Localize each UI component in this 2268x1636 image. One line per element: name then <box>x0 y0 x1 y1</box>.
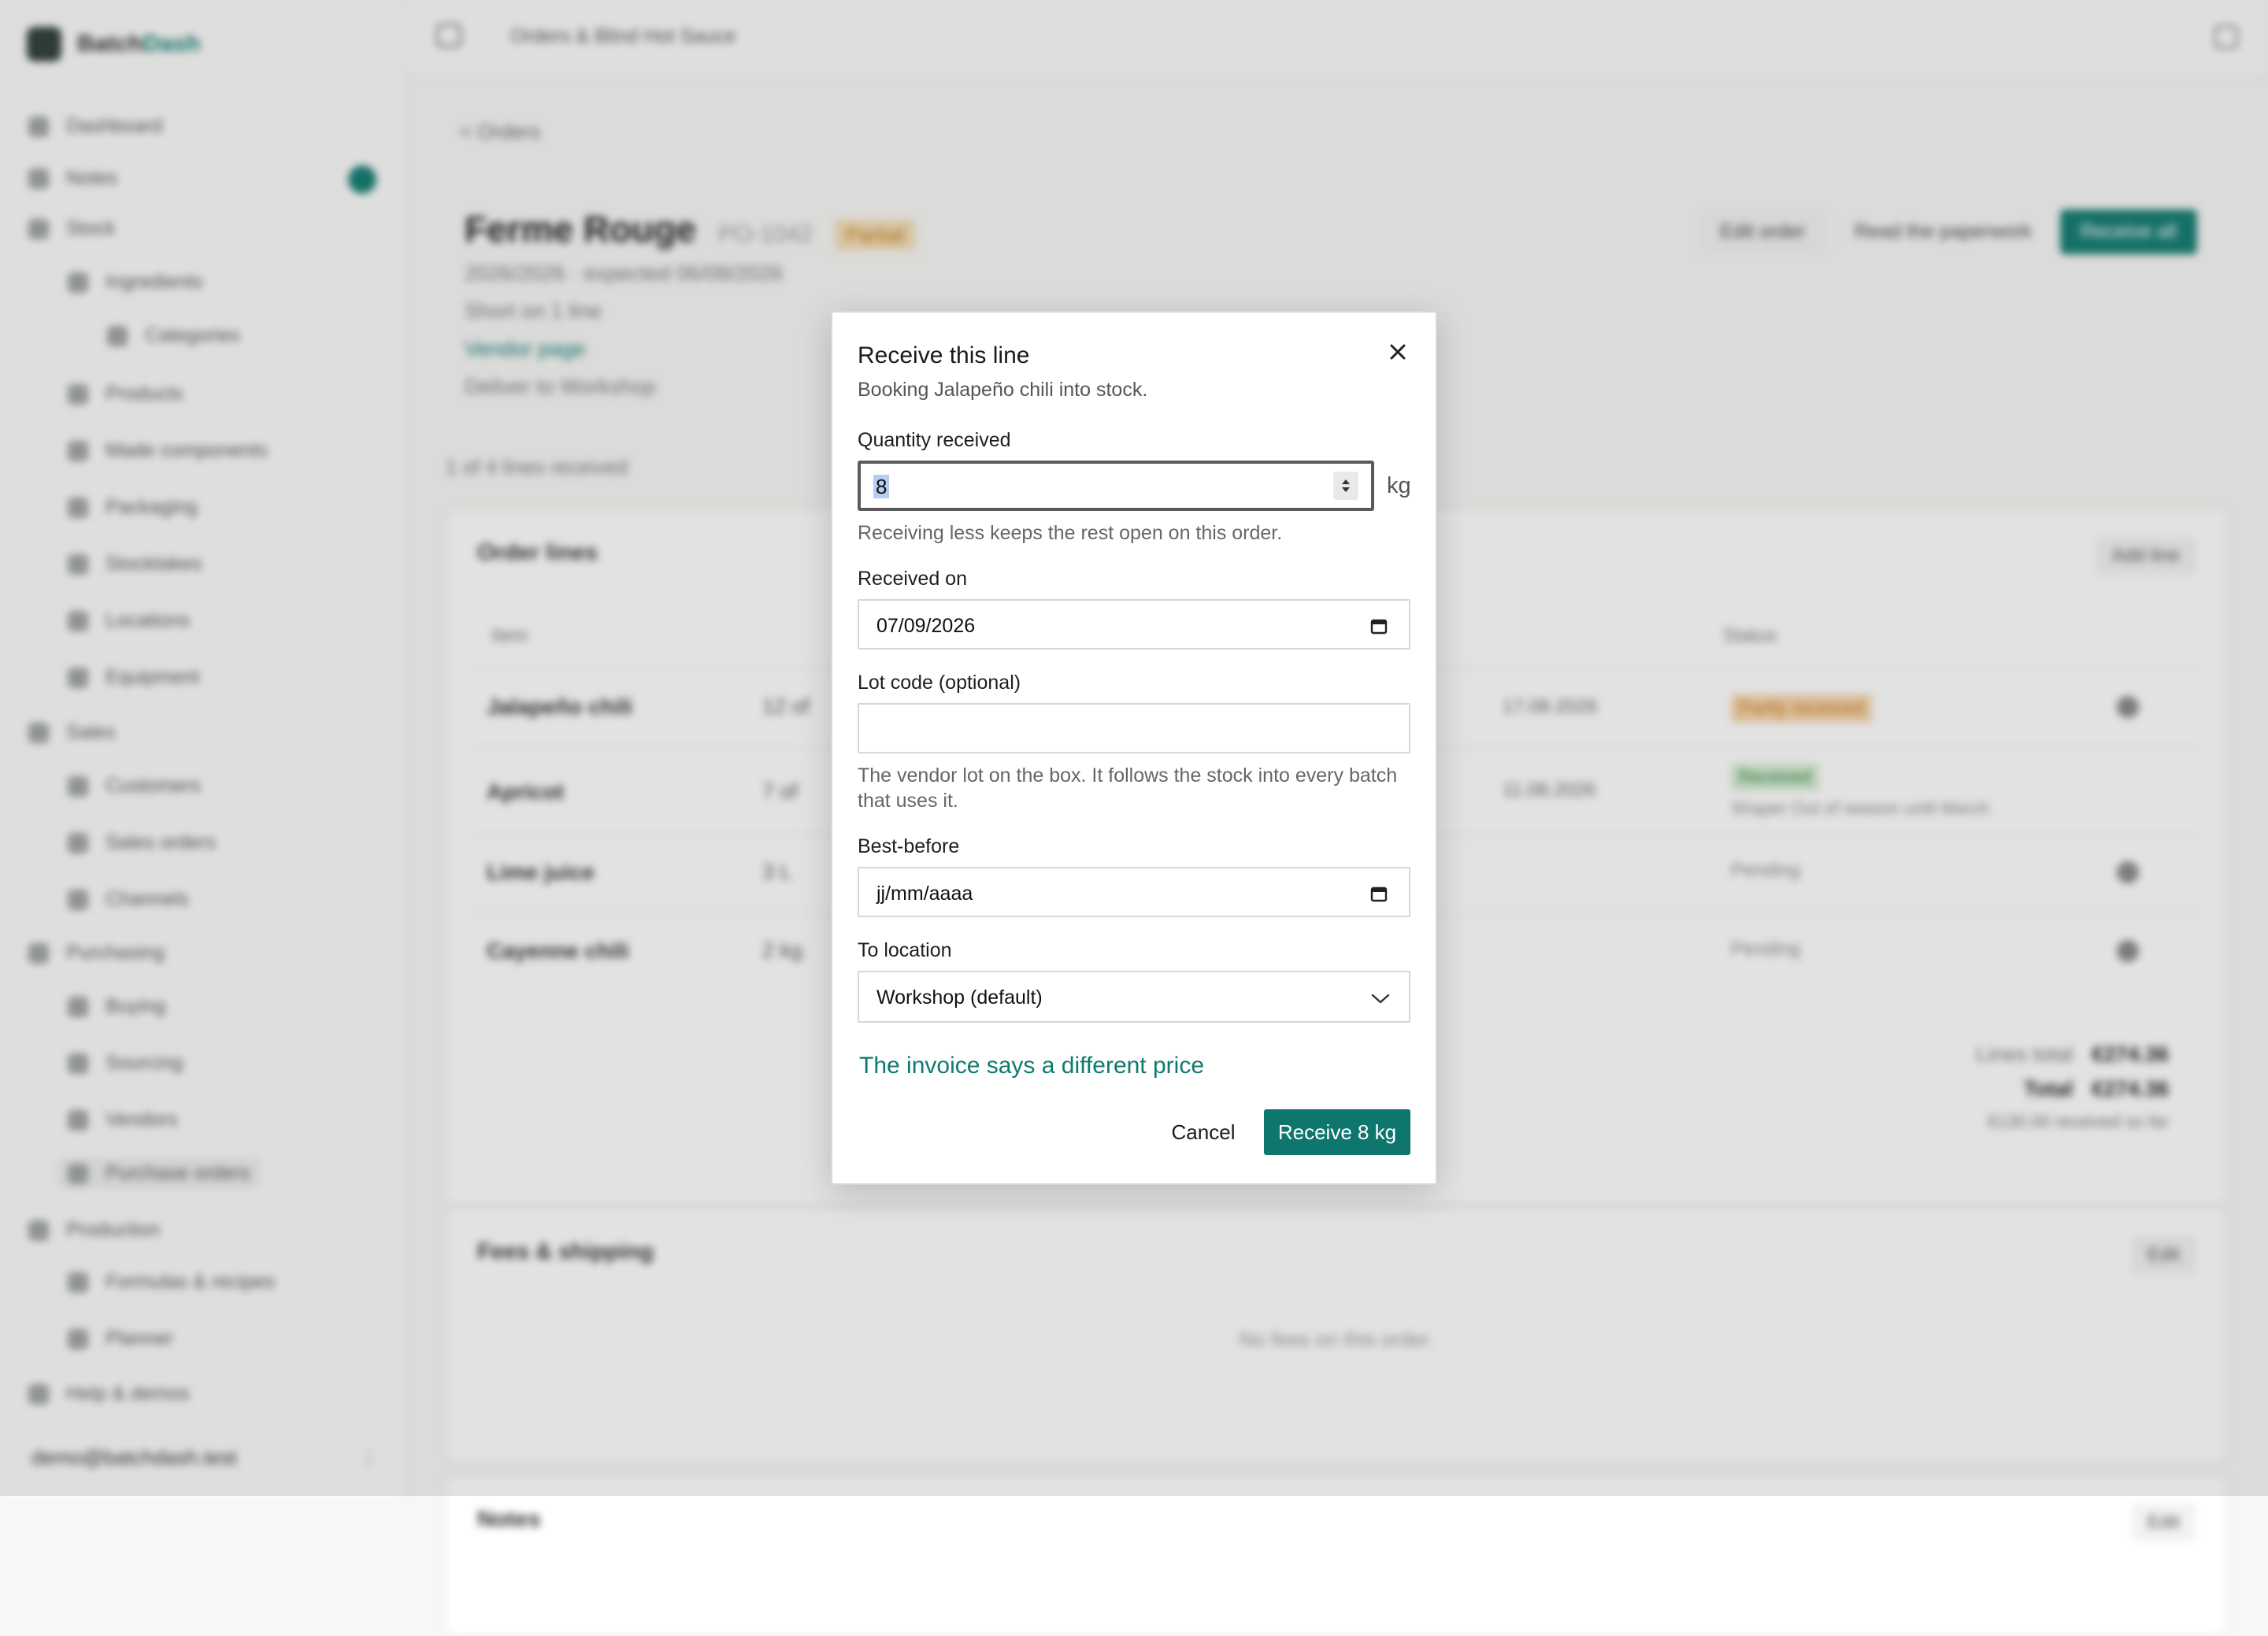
quantity-value: 8 <box>873 475 890 498</box>
location-select[interactable]: Workshop (default) <box>858 971 1410 1023</box>
received-on-label: Received on <box>858 568 967 590</box>
lot-code-help: The vendor lot on the box. It follows th… <box>858 764 1398 812</box>
lot-code-label: Lot code (optional) <box>858 672 1021 694</box>
notes-card: Notes Edit <box>446 1475 2227 1636</box>
quantity-unit: kg <box>1387 473 1411 498</box>
received-on-value: 07/09/2026 <box>876 615 976 637</box>
receive-line-dialog: Receive this line Booking Jalapeño chili… <box>831 311 1437 1185</box>
close-icon[interactable] <box>1384 338 1412 366</box>
best-before-date-input[interactable]: jj/mm/aaaa <box>858 867 1410 917</box>
calendar-icon <box>1370 619 1388 635</box>
edit-notes-button[interactable]: Edit <box>2131 1504 2196 1542</box>
chevron-down-icon <box>1371 994 1390 1004</box>
best-before-value: jj/mm/aaaa <box>876 883 973 905</box>
location-value: Workshop (default) <box>876 986 1043 1009</box>
quantity-stepper[interactable] <box>1333 472 1358 500</box>
received-on-date-input[interactable]: 07/09/2026 <box>858 599 1410 650</box>
quantity-input[interactable]: 8 <box>858 461 1374 511</box>
calendar-icon <box>1370 886 1388 902</box>
lot-code-input[interactable] <box>858 703 1410 753</box>
receive-button[interactable]: Receive 8 kg <box>1264 1109 1410 1155</box>
best-before-label: Best-before <box>858 835 960 857</box>
notes-title: Notes <box>477 1507 541 1532</box>
quantity-label: Quantity received <box>858 429 1011 451</box>
quantity-help: Receiving less keeps the rest open on th… <box>858 522 1283 544</box>
different-price-link[interactable]: The invoice says a different price <box>859 1053 1204 1079</box>
location-label: To location <box>858 939 952 961</box>
dialog-subtitle: Booking Jalapeño chili into stock. <box>858 379 1148 401</box>
dialog-title: Receive this line <box>858 342 1030 368</box>
cancel-button[interactable]: Cancel <box>1157 1109 1250 1155</box>
stepper-arrows-icon <box>1342 479 1350 492</box>
